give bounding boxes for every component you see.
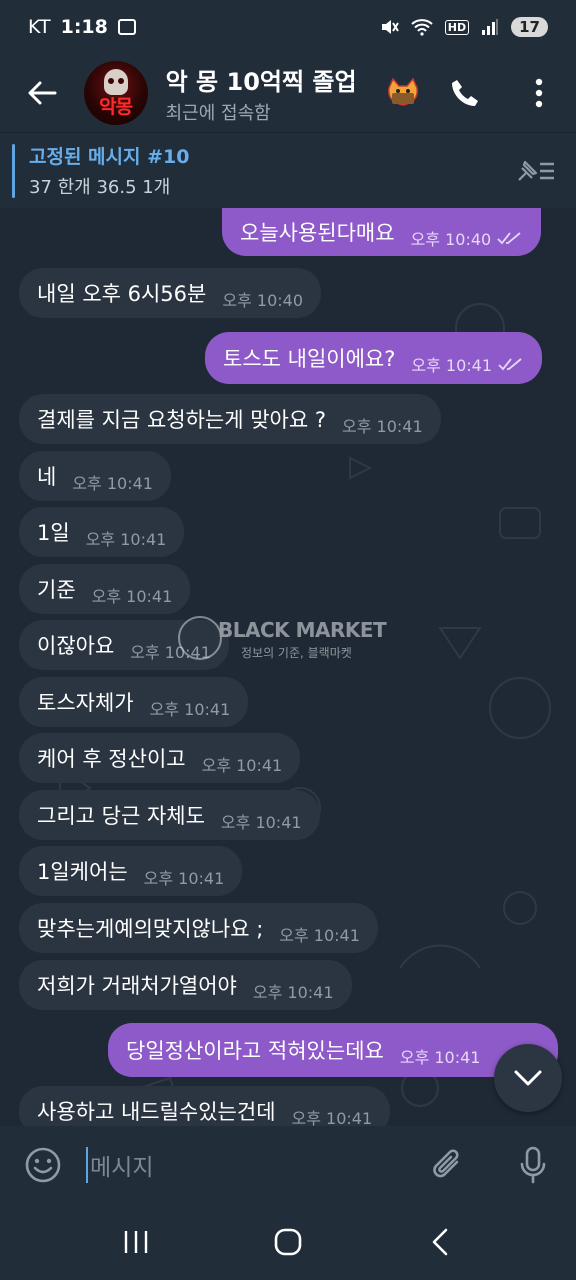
message-time: 오후 10:41 <box>149 700 231 719</box>
message-time: 오후 10:41 <box>85 530 167 549</box>
message-incoming[interactable]: 그리고 당근 자체도 오후 10:41 <box>19 790 320 840</box>
recent-apps-icon <box>124 1231 148 1253</box>
chat-title-block[interactable]: 악 몽 10억찍 졸업 최근에 접속함 <box>166 62 392 125</box>
pinned-list-button[interactable] <box>496 133 576 209</box>
message-composer: 메시지 <box>0 1126 576 1204</box>
voice-button[interactable] <box>490 1126 576 1204</box>
message-time: 오후 10:41 <box>411 356 493 375</box>
status-bar: KT 1:18 HD 17 <box>0 0 576 54</box>
hd-badge: HD <box>444 19 470 35</box>
pin-list-icon <box>518 160 554 181</box>
message-incoming[interactable]: 1일케어는 오후 10:41 <box>19 846 243 896</box>
message-text: 토스도 내일이에요? <box>223 347 396 371</box>
message-time: 오후 10:41 <box>399 1048 481 1067</box>
message-time: 오후 10:41 <box>201 756 283 775</box>
chat-status: 최근에 접속함 <box>165 102 271 124</box>
message-text: 맞추는게예의맞지않나요 ; <box>37 917 264 941</box>
back-button[interactable] <box>0 54 84 132</box>
system-nav-bar <box>0 1204 576 1280</box>
message-incoming[interactable]: 사용하고 내드릴수있는건데 오후 10:41 <box>19 1086 391 1126</box>
chevron-down-icon <box>514 1070 542 1086</box>
back-nav-icon <box>432 1228 448 1256</box>
more-vertical-icon <box>535 78 543 108</box>
message-time: 오후 10:41 <box>252 983 334 1002</box>
message-time: 오후 10:41 <box>342 417 423 436</box>
message-incoming[interactable]: 결제를 지금 요청하는게 맞아요 ? 오후 10:41 <box>19 394 441 444</box>
message-text: 저희가 거래처가열어야 <box>37 974 237 998</box>
message-text: 내일 오후 6시56분 <box>37 282 207 306</box>
menu-button[interactable] <box>502 54 576 132</box>
message-input[interactable]: 메시지 <box>86 1126 404 1204</box>
message-text: 결제를 지금 요청하는게 맞아요 ? <box>37 408 327 432</box>
home-icon <box>274 1228 302 1256</box>
microphone-icon <box>520 1146 546 1184</box>
attach-button[interactable] <box>404 1126 490 1204</box>
message-time: 오후 10:40 <box>410 230 492 249</box>
message-list[interactable]: 오늘사용된다매요 오후 10:40 내일 오후 6시56분 오후 10:40 토… <box>0 208 576 1126</box>
avatar-text: 악몽 <box>99 96 133 118</box>
pinned-title: 고정된 메시지 #10 <box>29 146 190 168</box>
message-text: 케어 후 정산이고 <box>37 747 186 771</box>
message-time: 오후 10:41 <box>130 643 211 662</box>
message-incoming[interactable]: 기준 오후 10:41 <box>19 564 191 614</box>
message-time: 오후 10:41 <box>72 474 153 493</box>
message-incoming[interactable]: 내일 오후 6시56분 오후 10:40 <box>19 268 321 318</box>
chat-header: 악몽 악 몽 10억찍 졸업 최근에 접속함 <box>0 54 576 132</box>
message-time: 오후 10:41 <box>291 1109 373 1126</box>
message-time: 오후 10:41 <box>91 587 173 606</box>
cat-emoji-icon <box>386 78 420 108</box>
mute-icon <box>381 20 399 34</box>
message-text: 당일정산이라고 적혀있는데요 <box>126 1039 384 1063</box>
wifi-icon <box>411 19 433 36</box>
message-text: 이잖아요 <box>37 634 115 658</box>
read-receipt-icon <box>498 358 522 371</box>
battery-level: 17 <box>511 17 548 37</box>
recent-apps-button[interactable] <box>96 1212 176 1272</box>
call-button[interactable] <box>428 54 502 132</box>
message-incoming[interactable]: 토스자체가 오후 10:41 <box>19 677 249 727</box>
message-incoming[interactable]: 네 오후 10:41 <box>19 451 171 501</box>
emoji-button[interactable] <box>0 1126 86 1204</box>
emoji-icon <box>25 1147 61 1183</box>
pinned-indicator <box>12 143 15 198</box>
message-text: 1일케어는 <box>37 860 128 884</box>
scroll-to-bottom-button[interactable] <box>494 1044 562 1112</box>
pinned-body: 37 한개 36.5 1개 <box>29 177 171 198</box>
chat-title: 악 몽 10억찍 졸업 <box>165 67 357 96</box>
message-time: 오후 10:41 <box>220 813 302 832</box>
message-text: 네 <box>37 465 57 489</box>
message-outgoing[interactable]: 오늘사용된다매요 오후 10:40 <box>222 208 542 256</box>
message-text: 기준 <box>37 578 76 602</box>
pinned-message[interactable]: 고정된 메시지 #10 37 한개 36.5 1개 <box>0 132 576 208</box>
message-input-placeholder: 메시지 <box>90 1155 154 1181</box>
message-text: 그리고 당근 자체도 <box>37 804 205 828</box>
screen-record-icon <box>117 19 136 35</box>
message-incoming[interactable]: 케어 후 정산이고 오후 10:41 <box>19 733 301 783</box>
message-text: 오늘사용된다매요 <box>240 221 395 245</box>
message-time: 오후 10:41 <box>143 869 225 888</box>
signal-icon <box>482 19 499 35</box>
message-text: 1일 <box>37 521 70 545</box>
avatar[interactable]: 악몽 <box>83 61 148 125</box>
message-text: 토스자체가 <box>37 691 134 715</box>
message-incoming[interactable]: 이잖아요 오후 10:41 <box>19 620 229 670</box>
phone-icon <box>452 80 478 106</box>
message-time: 오후 10:41 <box>279 926 360 945</box>
message-text: 사용하고 내드릴수있는건데 <box>37 1100 276 1124</box>
message-incoming[interactable]: 맞추는게예의맞지않나요 ; 오후 10:41 <box>19 903 378 953</box>
read-receipt-icon <box>497 232 521 245</box>
message-incoming[interactable]: 저희가 거래처가열어야 오후 10:41 <box>19 960 352 1010</box>
clock: 1:18 <box>60 16 108 38</box>
arrow-left-icon <box>28 81 57 105</box>
text-caret <box>86 1147 88 1183</box>
home-button[interactable] <box>248 1212 328 1272</box>
message-incoming[interactable]: 1일 오후 10:41 <box>19 507 185 557</box>
message-time: 오후 10:40 <box>222 291 303 310</box>
back-nav-button[interactable] <box>400 1212 480 1272</box>
message-outgoing[interactable]: 토스도 내일이에요? 오후 10:41 <box>205 332 543 384</box>
message-outgoing[interactable]: 당일정산이라고 적혀있는데요 오후 10:41 <box>108 1023 558 1077</box>
carrier-label: KT <box>28 16 51 38</box>
paperclip-icon <box>433 1149 459 1178</box>
